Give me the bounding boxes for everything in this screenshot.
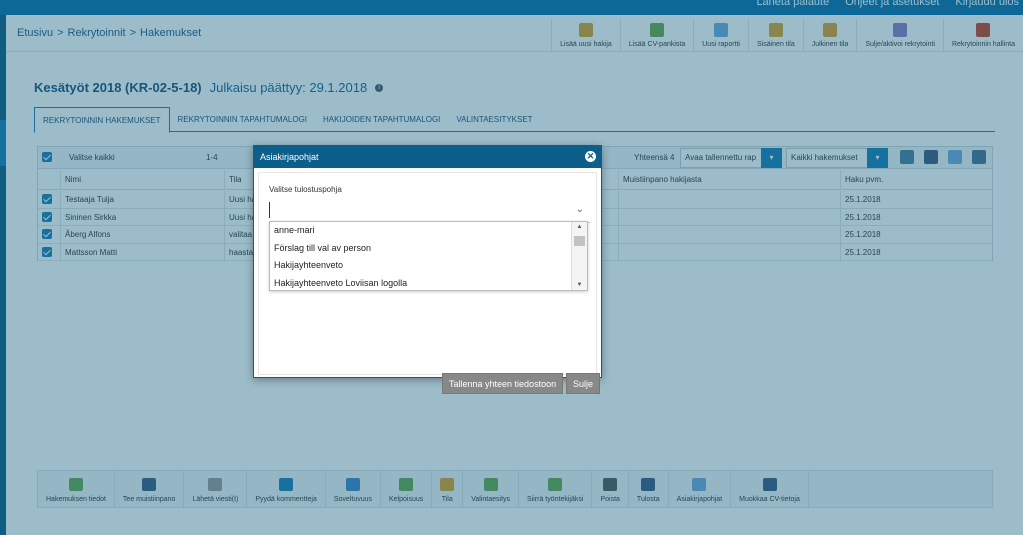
dropdown-option[interactable]: Förslag till val av person [270,240,587,258]
template-dropdown-list: anne-mari Förslag till val av person Hak… [269,221,588,291]
dialog-header: Asiakirjapohjat ✕ [254,146,601,168]
scroll-down-icon[interactable]: ▼ [572,280,587,290]
chevron-down-icon[interactable]: ⌄ [576,204,584,215]
dropdown-option[interactable]: Hakijayhteenveto Loviisan logolla [270,275,587,291]
template-select[interactable]: ⌄ [269,199,590,223]
close-icon[interactable]: ✕ [585,151,596,162]
dialog-title: Asiakirjapohjat [260,152,319,162]
scroll-thumb[interactable] [574,236,585,246]
save-to-one-file-button[interactable]: Tallenna yhteen tiedostoon [442,373,564,394]
dropdown-scrollbar[interactable]: ▲ ▼ [571,222,587,290]
template-field-label: Valitse tulostuspohja [269,185,342,194]
text-caret [269,202,270,218]
scroll-up-icon[interactable]: ▲ [572,222,587,232]
document-templates-dialog: Asiakirjapohjat ✕ Valitse tulostuspohja … [253,145,602,394]
close-button[interactable]: Sulje [566,373,601,394]
dropdown-option[interactable]: anne-mari [270,222,587,240]
dropdown-option[interactable]: Hakijayhteenveto [270,257,587,275]
